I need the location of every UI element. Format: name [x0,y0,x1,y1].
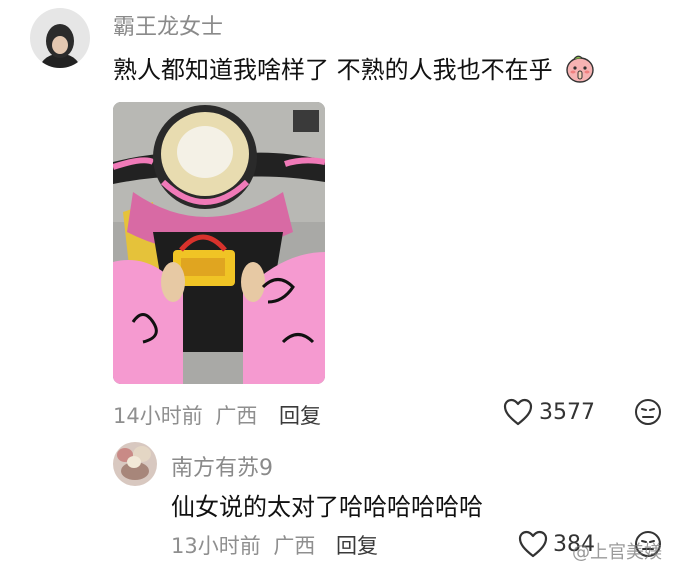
comment-text: 熟人都知道我啥样了 不熟的人我也不在乎 [113,50,596,90]
reply-button[interactable]: 回复 [336,530,378,560]
reply-button[interactable]: 回复 [279,400,321,430]
comment-meta: 14小时前 广西 [113,404,258,428]
avatar[interactable] [30,8,90,68]
comment-photo[interactable] [113,102,325,384]
heart-outline-icon[interactable] [518,530,548,562]
avatar[interactable] [113,442,157,486]
username[interactable]: 南方有苏9 [171,450,273,482]
comment-text: 仙女说的太对了哈哈哈哈哈哈 [171,493,483,521]
peach-shush-emoji-icon [564,52,596,90]
heart-outline-icon[interactable] [503,398,533,430]
comment-meta: 13小时前 广西 [171,534,316,558]
watermark: @上官美媄 [572,542,662,563]
like-count: 3577 [539,400,595,425]
frown-face-icon[interactable] [634,398,662,430]
username[interactable]: 霸王龙女士 [113,9,223,41]
